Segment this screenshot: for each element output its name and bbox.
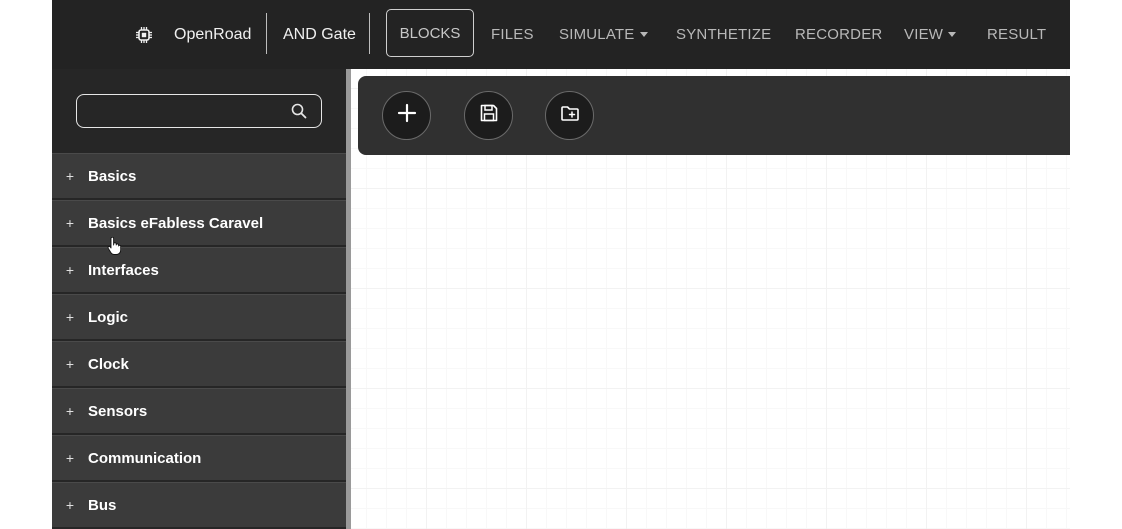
top-navbar: OpenRoad AND Gate BLOCKS FILES SIMULATE … xyxy=(52,0,1070,69)
category-label: Basics eFabless Caravel xyxy=(88,214,264,232)
expand-plus-icon: + xyxy=(65,450,75,466)
expand-plus-icon: + xyxy=(65,356,75,372)
category-label: Clock xyxy=(88,355,129,373)
category-communication[interactable]: + Communication xyxy=(52,435,346,480)
category-interfaces[interactable]: + Interfaces xyxy=(52,247,346,292)
category-label: Sensors xyxy=(88,402,148,420)
hand-pointer-icon xyxy=(107,236,122,255)
nav-divider xyxy=(266,13,267,54)
nav-divider xyxy=(369,13,370,54)
category-bus[interactable]: + Bus xyxy=(52,482,346,527)
canvas-toolbar xyxy=(358,76,1070,155)
category-label: Logic xyxy=(88,308,128,326)
category-basics-efabless-caravel[interactable]: + Basics eFabless Caravel xyxy=(52,200,346,245)
save-button[interactable] xyxy=(464,91,513,140)
expand-plus-icon: + xyxy=(65,215,75,231)
nav-view[interactable]: VIEW xyxy=(904,0,957,69)
caret-down-icon xyxy=(639,32,648,37)
nav-blocks[interactable]: BLOCKS xyxy=(386,9,474,57)
nav-synthetize[interactable]: SYNTHETIZE xyxy=(676,0,771,69)
category-clock[interactable]: + Clock xyxy=(52,341,346,386)
expand-plus-icon: + xyxy=(65,309,75,325)
nav-result[interactable]: RESULT xyxy=(987,0,1046,69)
nav-recorder[interactable]: RECORDER xyxy=(795,0,882,69)
nav-synthetize-label: SYNTHETIZE xyxy=(676,26,772,43)
nav-files-label: FILES xyxy=(491,26,534,43)
folder-add-icon xyxy=(559,102,581,129)
brand[interactable]: OpenRoad xyxy=(134,0,251,69)
category-label: Basics xyxy=(88,167,137,185)
app-name: OpenRoad xyxy=(174,25,252,43)
nav-simulate[interactable]: SIMULATE xyxy=(559,0,648,69)
nav-blocks-label: BLOCKS xyxy=(399,24,461,42)
project-name[interactable]: AND Gate xyxy=(283,0,356,69)
category-label: Interfaces xyxy=(88,261,159,279)
expand-plus-icon: + xyxy=(65,403,75,419)
chip-icon xyxy=(134,25,154,45)
nav-result-label: RESULT xyxy=(987,26,1047,43)
plus-icon xyxy=(396,102,418,129)
expand-plus-icon: + xyxy=(65,262,75,278)
nav-files[interactable]: FILES xyxy=(491,0,534,69)
block-sidebar: + Basics + Basics eFabless Caravel + Int… xyxy=(52,69,346,529)
category-label: Communication xyxy=(88,449,202,467)
category-sensors[interactable]: + Sensors xyxy=(52,388,346,433)
search-icon[interactable] xyxy=(291,103,307,119)
category-logic[interactable]: + Logic xyxy=(52,294,346,339)
add-block-button[interactable] xyxy=(382,91,431,140)
nav-view-label: VIEW xyxy=(904,26,944,43)
nav-simulate-label: SIMULATE xyxy=(559,26,635,43)
app-frame: OpenRoad AND Gate BLOCKS FILES SIMULATE … xyxy=(52,0,1070,529)
search-box[interactable] xyxy=(76,94,322,128)
expand-plus-icon: + xyxy=(65,497,75,513)
category-label: Bus xyxy=(88,496,117,514)
search-input[interactable] xyxy=(85,99,279,125)
open-folder-button[interactable] xyxy=(545,91,594,140)
nav-recorder-label: RECORDER xyxy=(795,26,883,43)
search-area xyxy=(52,69,346,153)
floppy-disk-icon xyxy=(478,102,500,129)
caret-down-icon xyxy=(948,32,957,37)
category-list: + Basics + Basics eFabless Caravel + Int… xyxy=(52,153,346,529)
expand-plus-icon: + xyxy=(65,168,75,184)
block-canvas[interactable] xyxy=(351,69,1070,529)
category-basics[interactable]: + Basics xyxy=(52,153,346,198)
